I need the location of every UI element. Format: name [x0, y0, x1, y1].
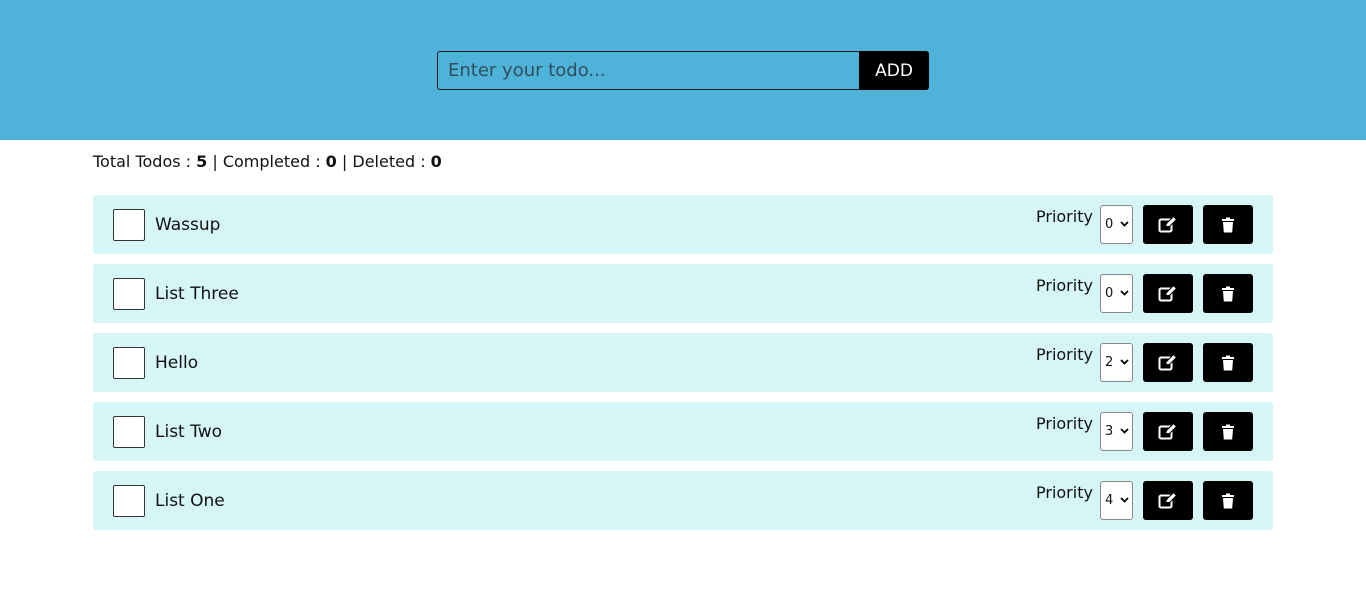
edit-button[interactable]	[1143, 343, 1193, 382]
todo-item: Wassup Priority 0	[93, 195, 1273, 254]
total-count: 5	[196, 152, 208, 171]
priority-label: Priority	[1036, 483, 1093, 502]
todo-item: List Two Priority 3	[93, 402, 1273, 461]
trash-icon	[1222, 355, 1234, 370]
todo-text: List Two	[155, 422, 222, 442]
header-bar: ADD	[0, 0, 1366, 140]
priority-select[interactable]: 3	[1100, 412, 1133, 451]
trash-icon	[1222, 286, 1234, 301]
edit-icon	[1158, 216, 1178, 232]
add-todo-form: ADD	[437, 51, 929, 90]
todo-input[interactable]	[437, 51, 859, 90]
stats-separator: |	[336, 152, 353, 171]
edit-icon	[1158, 285, 1178, 301]
deleted-label: Deleted :	[352, 152, 431, 171]
todo-item: Hello Priority 2	[93, 333, 1273, 392]
todo-stats: Total Todos : 5 | Completed : 0 | Delete…	[93, 152, 442, 172]
priority-value: 0	[1105, 217, 1114, 232]
todo-checkbox[interactable]	[113, 347, 145, 379]
priority-label: Priority	[1036, 345, 1093, 364]
priority-value: 0	[1105, 286, 1114, 301]
completed-count: 0	[325, 152, 337, 171]
edit-button[interactable]	[1143, 205, 1193, 244]
todo-checkbox[interactable]	[113, 485, 145, 517]
edit-icon	[1158, 492, 1178, 508]
delete-button[interactable]	[1203, 481, 1253, 520]
priority-label: Priority	[1036, 207, 1093, 226]
todo-checkbox[interactable]	[113, 209, 145, 241]
todo-text: Hello	[155, 353, 199, 373]
edit-icon	[1158, 423, 1178, 439]
completed-label: Completed :	[222, 152, 326, 171]
delete-button[interactable]	[1203, 205, 1253, 244]
priority-select[interactable]: 0	[1100, 274, 1133, 313]
delete-button[interactable]	[1203, 274, 1253, 313]
priority-select[interactable]: 2	[1100, 343, 1133, 382]
todo-list: Wassup Priority 0 List Three Priority 0 …	[93, 195, 1273, 540]
edit-button[interactable]	[1143, 412, 1193, 451]
todo-text: List Three	[155, 284, 239, 304]
delete-button[interactable]	[1203, 343, 1253, 382]
todo-text: List One	[155, 491, 225, 511]
edit-button[interactable]	[1143, 274, 1193, 313]
chevron-down-icon	[1120, 428, 1129, 434]
chevron-down-icon	[1120, 359, 1129, 365]
trash-icon	[1222, 217, 1234, 232]
todo-item: List Three Priority 0	[93, 264, 1273, 323]
chevron-down-icon	[1120, 497, 1129, 503]
priority-select[interactable]: 4	[1100, 481, 1133, 520]
add-button[interactable]: ADD	[859, 51, 929, 90]
priority-label: Priority	[1036, 414, 1093, 433]
stats-separator: |	[207, 152, 223, 171]
priority-value: 3	[1105, 424, 1114, 439]
edit-icon	[1158, 354, 1178, 370]
deleted-count: 0	[430, 152, 442, 171]
chevron-down-icon	[1120, 290, 1129, 296]
trash-icon	[1222, 424, 1234, 439]
todo-item: List One Priority 4	[93, 471, 1273, 530]
priority-value: 4	[1105, 493, 1114, 508]
todo-checkbox[interactable]	[113, 278, 145, 310]
delete-button[interactable]	[1203, 412, 1253, 451]
priority-select[interactable]: 0	[1100, 205, 1133, 244]
total-label: Total Todos :	[93, 152, 197, 171]
priority-label: Priority	[1036, 276, 1093, 295]
priority-value: 2	[1105, 355, 1114, 370]
chevron-down-icon	[1120, 221, 1129, 227]
todo-checkbox[interactable]	[113, 416, 145, 448]
edit-button[interactable]	[1143, 481, 1193, 520]
trash-icon	[1222, 493, 1234, 508]
todo-text: Wassup	[155, 215, 221, 235]
